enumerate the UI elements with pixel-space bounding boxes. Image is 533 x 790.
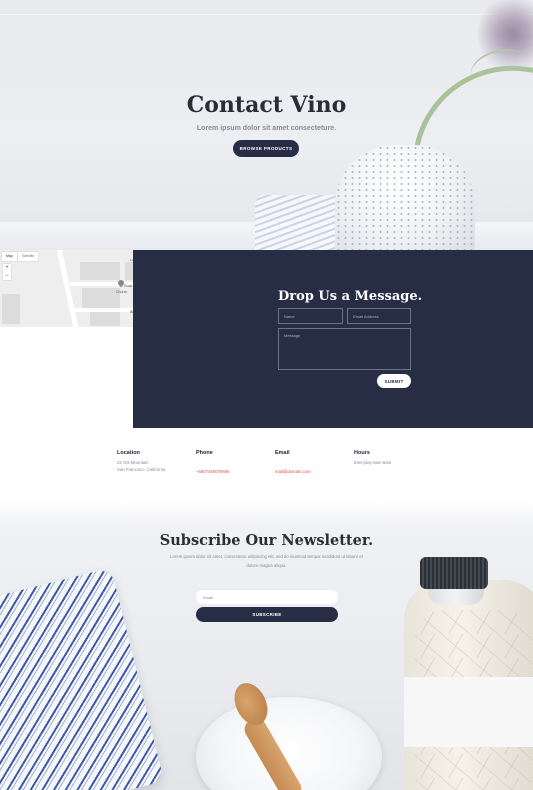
- map-zoom-controls[interactable]: + −: [3, 264, 11, 280]
- bottle-cap-image: [420, 557, 488, 589]
- phone-link[interactable]: +6607460076666: [196, 469, 230, 474]
- map-type-toggle[interactable]: Map Satellite: [2, 252, 39, 261]
- map-road: [56, 250, 79, 327]
- message-field[interactable]: [278, 328, 411, 370]
- subscribe-button[interactable]: SUBSCRIBE: [196, 607, 338, 622]
- newsletter-title: Subscribe Our Newsletter.: [159, 532, 374, 549]
- zoom-out-button[interactable]: −: [5, 273, 9, 279]
- info-value: San Francisco, California: [117, 466, 166, 472]
- map-block: [82, 288, 120, 308]
- submit-button[interactable]: SUBMIT: [377, 374, 411, 388]
- info-heading: Phone: [196, 450, 213, 456]
- browse-products-button[interactable]: BROWSE PRODUCTS: [233, 140, 299, 157]
- hero-subtitle: Lorem ipsum dolor sit amet consecteture.: [196, 125, 337, 132]
- email-link[interactable]: mail@domain.com: [275, 469, 311, 474]
- info-email: Email mail@domain.com: [275, 450, 350, 478]
- map-block: [2, 294, 20, 324]
- newsletter-email-input[interactable]: [196, 590, 338, 604]
- info-location: Location 22 Ots Mountain San Francisco, …: [117, 450, 192, 473]
- zoom-in-button[interactable]: +: [5, 265, 9, 271]
- newsletter-text: Lorem ipsum dolor sit amet, consectetur …: [170, 554, 363, 568]
- info-value: Everyday 9am-5am: [354, 460, 392, 465]
- striped-towel-image: [0, 567, 165, 790]
- hero-title: Contact Vino: [186, 92, 347, 118]
- map-street-label: Church: [116, 290, 128, 294]
- wall-line: [0, 14, 533, 15]
- name-field[interactable]: [278, 308, 343, 324]
- info-heading: Email: [275, 450, 290, 456]
- info-hours: Hours Everyday 9am-5am: [354, 450, 429, 467]
- info-heading: Hours: [354, 450, 370, 456]
- dotted-vase-image: [335, 145, 475, 250]
- email-field[interactable]: [347, 308, 411, 324]
- contact-title: Drop Us a Message.: [278, 289, 423, 304]
- info-heading: Location: [117, 450, 140, 456]
- map-type-satellite[interactable]: Satellite: [16, 252, 38, 261]
- info-phone: Phone +6607460076666: [196, 450, 271, 478]
- map-block: [90, 312, 120, 326]
- bottle-label-image: [404, 677, 533, 747]
- map-type-map[interactable]: Map: [2, 252, 17, 261]
- map-block: [80, 262, 120, 280]
